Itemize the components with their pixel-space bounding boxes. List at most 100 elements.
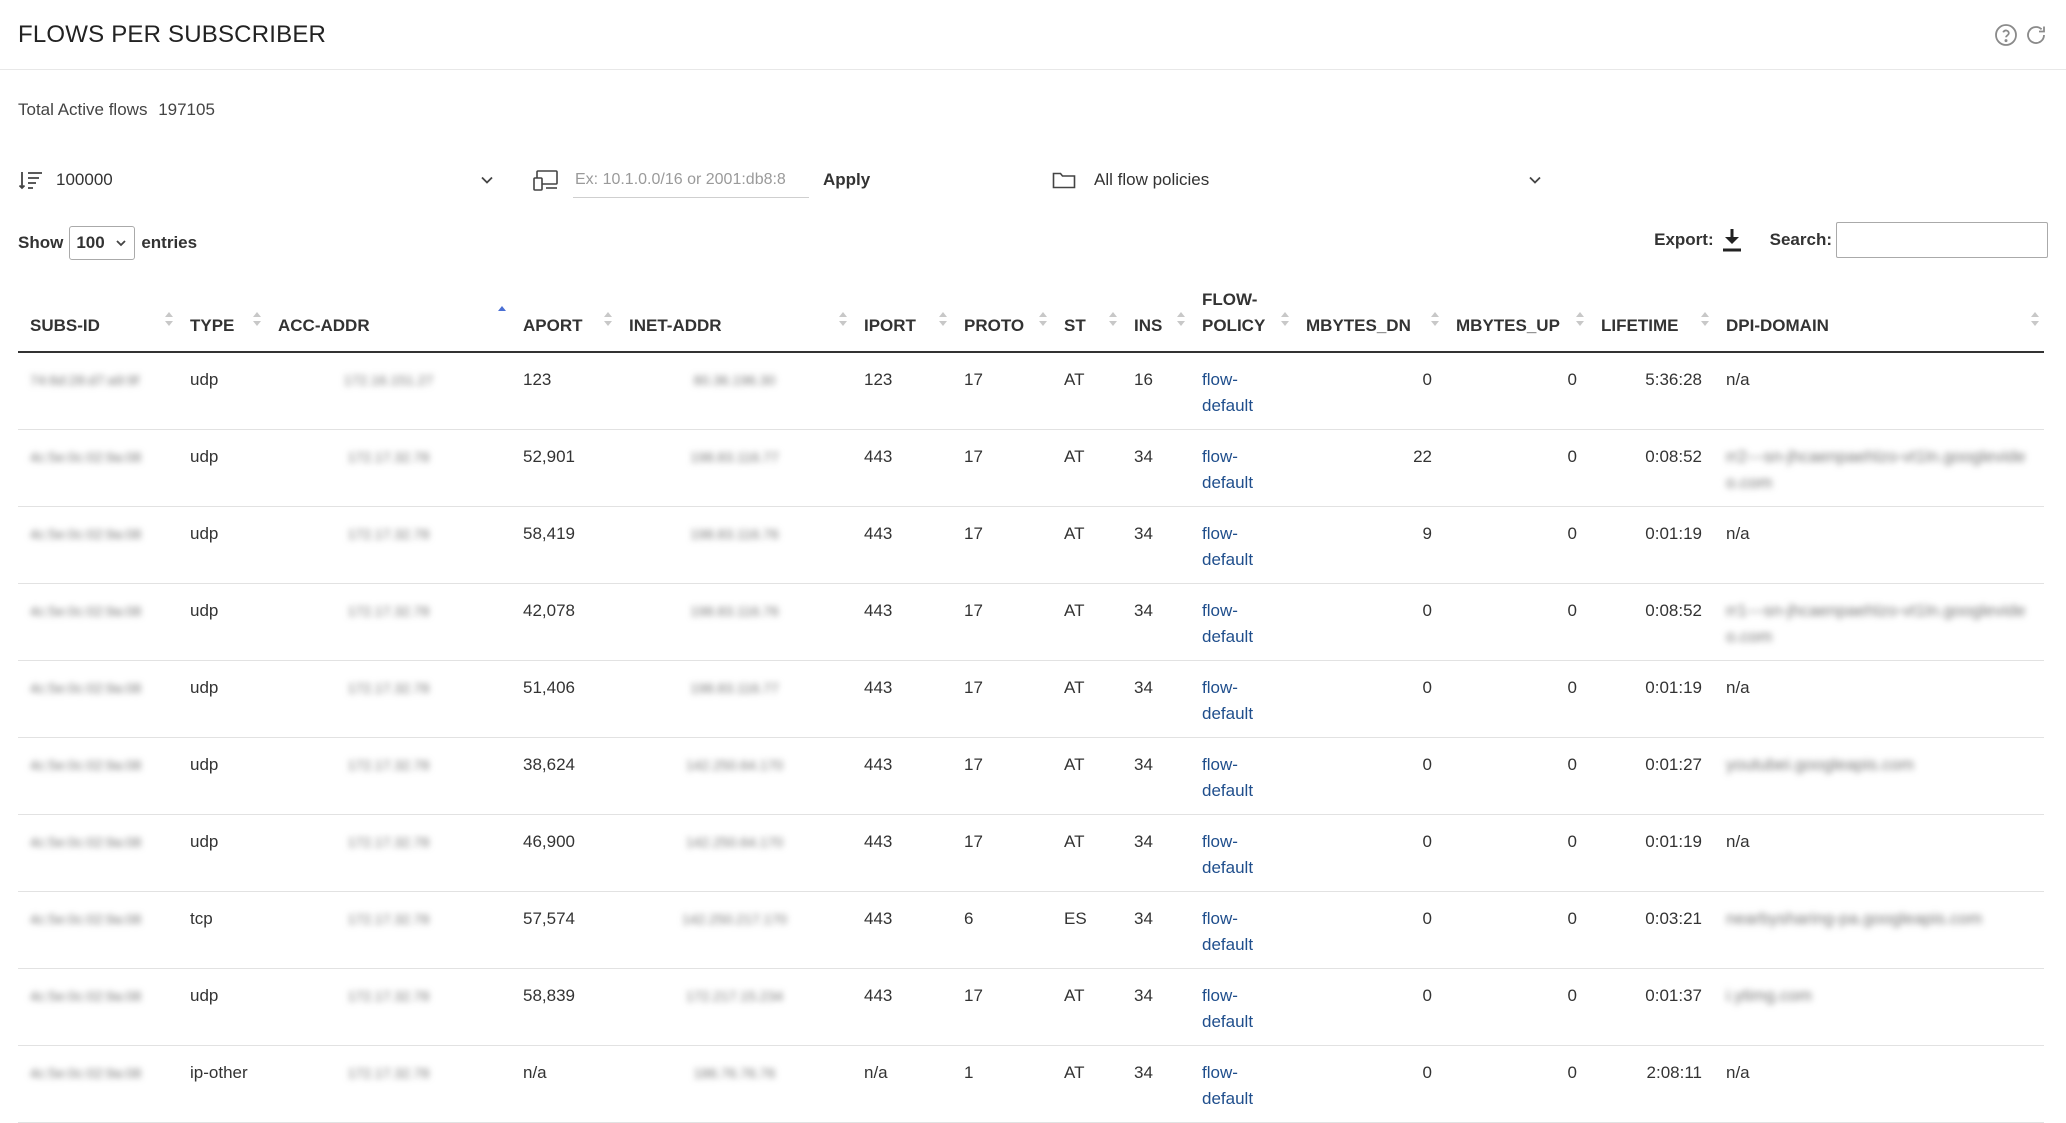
cell-value: youtubei.googleapis.com xyxy=(1726,754,1915,774)
column-header-dpi-domain[interactable]: DPI-DOMAIN xyxy=(1714,282,2044,353)
cell-value: tcp xyxy=(190,908,213,928)
flow-limit-select[interactable]: 100000 xyxy=(18,160,494,200)
table-row[interactable]: 4c:5e:0c:02:9a:08 udp 172.17.32.78 52,901 19… xyxy=(18,429,2044,507)
cell-value: 443 xyxy=(864,754,893,774)
column-header-proto[interactable]: PROTO xyxy=(952,282,1052,353)
cell-iport: n/a xyxy=(852,1045,952,1123)
help-circle-icon[interactable] xyxy=(1994,23,2018,47)
column-header-type[interactable]: TYPE xyxy=(178,282,266,353)
cell-value: 0 xyxy=(1567,600,1577,620)
cell-value: udp xyxy=(190,754,219,774)
address-filter-input[interactable] xyxy=(573,162,809,198)
cell-lifetime: 0:03:21 xyxy=(1589,891,1714,969)
table-row[interactable]: 4c:5e:0c:02:9a:08 udp 172.17.32.78 51,406 19… xyxy=(18,660,2044,738)
sort-list-icon xyxy=(18,172,42,190)
table-row[interactable]: 4c:5e:0c:02:9a:08 ip-other 172.17.32.78 n/a… xyxy=(18,1045,2044,1123)
refresh-icon[interactable] xyxy=(2024,23,2048,47)
table-row[interactable]: 4c:5e:0c:02:9a:08 udp 172.17.32.78 58,419 19… xyxy=(18,506,2044,584)
flow-policy-link[interactable]: flow-default xyxy=(1202,370,1253,415)
cell-value: 0:01:19 xyxy=(1645,523,1702,543)
cell-value: 0:08:52 xyxy=(1645,600,1702,620)
column-header-inet-addr[interactable]: INET-ADDR xyxy=(617,282,852,353)
flow-policy-link[interactable]: flow-default xyxy=(1202,601,1253,646)
column-header-mbytes-dn[interactable]: MBYTES_DN xyxy=(1294,282,1444,353)
column-header-subs-id[interactable]: SUBS-ID xyxy=(18,282,178,353)
cell-value: 5:36:28 xyxy=(1645,370,1702,389)
cell-value: 0:01:27 xyxy=(1645,754,1702,774)
search-input[interactable] xyxy=(1836,222,2048,258)
cell-acc-addr: 172.17.32.78 xyxy=(266,891,511,969)
table-row[interactable]: 4c:5e:0c:02:9a:08 udp 172.17.32.78 46,900 14… xyxy=(18,814,2044,892)
cell-value: n/a xyxy=(523,1062,547,1082)
flow-policy-link[interactable]: flow-default xyxy=(1202,909,1253,954)
column-header-iport[interactable]: IPORT xyxy=(852,282,952,353)
entries-select[interactable]: 100 xyxy=(69,226,136,260)
cell-mbytes-up: 0 xyxy=(1444,814,1589,892)
flow-policy-link[interactable]: flow-default xyxy=(1202,986,1253,1031)
cell-value: 4c:5e:0c:02:9a:08 xyxy=(30,448,142,465)
cell-inet-addr: 142.250.64.170 xyxy=(617,737,852,815)
cell-value: 0 xyxy=(1567,446,1577,466)
search-label: Search: xyxy=(1769,230,1832,249)
export-search-controls: Export: Search: xyxy=(1654,222,2048,258)
table-row[interactable]: 4c:5e:0c:02:9a:08 udp 172.17.32.78 38,624 14… xyxy=(18,737,2044,815)
flow-policy-link[interactable]: flow-default xyxy=(1202,524,1253,569)
column-header-acc-addr[interactable]: ACC-ADDR xyxy=(266,282,511,353)
cell-inet-addr: 172.217.15.234 xyxy=(617,968,852,1046)
flow-policy-value: All flow policies xyxy=(1094,170,1210,189)
cell-value: udp xyxy=(190,370,219,389)
column-header-ins[interactable]: INS xyxy=(1122,282,1190,353)
cell-lifetime: 0:01:19 xyxy=(1589,506,1714,584)
cell-aport: 57,574 xyxy=(511,891,617,969)
flows-table: SUBS-ID TYPE ACC-ADDR APORT INET-ADDR IP… xyxy=(18,282,2044,1123)
cell-flow-policy: flow-default xyxy=(1190,814,1294,892)
cell-value: udp xyxy=(190,831,219,851)
cell-aport: 123 xyxy=(511,352,617,430)
cell-value: AT xyxy=(1064,677,1085,697)
cell-value: 34 xyxy=(1134,985,1153,1005)
cell-value: 17 xyxy=(964,677,983,697)
cell-mbytes-dn: 0 xyxy=(1294,660,1444,738)
cell-value: 186.76.76.76 xyxy=(693,1064,776,1081)
cell-lifetime: 0:01:19 xyxy=(1589,660,1714,738)
cell-value: AT xyxy=(1064,754,1085,774)
cell-subs-id: 4c:5e:0c:02:9a:08 xyxy=(18,737,178,815)
apply-button[interactable]: Apply xyxy=(823,170,870,190)
cell-mbytes-up: 0 xyxy=(1444,506,1589,584)
cell-flow-policy: flow-default xyxy=(1190,1045,1294,1123)
flow-policy-link[interactable]: flow-default xyxy=(1202,678,1253,723)
cell-value: AT xyxy=(1064,523,1085,543)
column-header-flow-policy[interactable]: FLOW-POLICY xyxy=(1190,282,1294,353)
flow-policy-select[interactable]: All flow policies xyxy=(1052,160,1542,200)
cell-value: 17 xyxy=(964,446,983,466)
cell-value: 0 xyxy=(1567,831,1577,851)
table-row[interactable]: 74:6d:28:d7:a9:9f udp 172.16.151.27 123 80.3… xyxy=(18,352,2044,430)
cell-value: 172.17.32.78 xyxy=(347,602,430,619)
cell-value: 6 xyxy=(964,908,974,928)
cell-st: AT xyxy=(1052,737,1122,815)
download-icon[interactable] xyxy=(1720,227,1744,253)
flow-policy-link[interactable]: flow-default xyxy=(1202,447,1253,492)
cell-value: 142.250.217.170 xyxy=(681,910,788,927)
cell-inet-addr: 198.83.116.77 xyxy=(617,429,852,507)
chevron-down-icon xyxy=(116,240,126,247)
column-header-aport[interactable]: APORT xyxy=(511,282,617,353)
cell-lifetime: 0:08:52 xyxy=(1589,583,1714,661)
flow-policy-link[interactable]: flow-default xyxy=(1202,832,1253,877)
cell-value: 443 xyxy=(864,831,893,851)
column-header-mbytes-up[interactable]: MBYTES_UP xyxy=(1444,282,1589,353)
table-row[interactable]: 4c:5e:0c:02:9a:08 udp 172.17.32.78 42,078 19… xyxy=(18,583,2044,661)
cell-value: n/a xyxy=(1726,677,1750,697)
table-row[interactable]: 4c:5e:0c:02:9a:08 tcp 172.17.32.78 57,574 14… xyxy=(18,891,2044,969)
sort-icon xyxy=(1576,312,1584,326)
column-header-lifetime[interactable]: LIFETIME xyxy=(1589,282,1714,353)
flow-policy-link[interactable]: flow-default xyxy=(1202,755,1253,800)
cell-acc-addr: 172.17.32.78 xyxy=(266,1045,511,1123)
flow-policy-link[interactable]: flow-default xyxy=(1202,1063,1253,1108)
cell-value: i.ytimg.com xyxy=(1726,985,1812,1005)
cell-type: udp xyxy=(178,814,266,892)
table-row[interactable]: 4c:5e:0c:02:9a:08 udp 172.17.32.78 58,839 17… xyxy=(18,968,2044,1046)
column-header-st[interactable]: ST xyxy=(1052,282,1122,353)
cell-dpi-domain: i.ytimg.com xyxy=(1714,968,2044,1046)
cell-value: 4c:5e:0c:02:9a:08 xyxy=(30,987,142,1004)
